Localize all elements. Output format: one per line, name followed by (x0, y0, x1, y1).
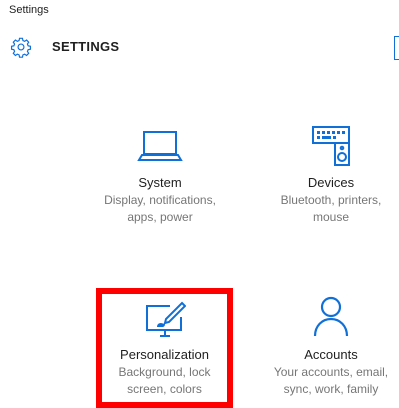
tile-accounts-desc-line1: Your accounts, email, (273, 365, 389, 379)
tile-personalization-name: Personalization (120, 347, 209, 362)
keyboard-speaker-icon (312, 126, 350, 166)
tile-devices[interactable]: Devices Bluetooth, printers, mouse (263, 120, 399, 234)
window-title: Settings (9, 4, 49, 16)
tile-personalization-desc-line1: Background, lock (118, 365, 211, 379)
tile-system-desc-line2: apps, power (127, 210, 193, 224)
tile-personalization[interactable]: Personalization Background, lock screen,… (96, 296, 233, 402)
tile-accounts-desc-line2: sync, work, family (283, 382, 379, 396)
tile-devices-name: Devices (307, 175, 355, 190)
tile-personalization-desc-line2: screen, colors (127, 382, 202, 396)
settings-header: SETTINGS (0, 30, 399, 62)
paint-monitor-icon (145, 301, 186, 337)
person-icon (313, 296, 349, 337)
tile-devices-desc-line1: Bluetooth, printers, (280, 193, 382, 207)
tile-system-desc-line1: Display, notifications, (104, 193, 216, 207)
laptop-icon (137, 131, 183, 161)
page-title: SETTINGS (52, 39, 120, 54)
search-box[interactable] (394, 36, 399, 60)
gear-icon (10, 37, 32, 58)
tile-accounts-name: Accounts (304, 347, 358, 362)
tile-system[interactable]: System Display, notifications, apps, pow… (92, 124, 228, 234)
tile-accounts[interactable]: Accounts Your accounts, email, sync, wor… (263, 292, 399, 402)
tile-devices-desc-line2: mouse (312, 210, 350, 224)
tile-system-name: System (138, 175, 182, 190)
title-bar: Settings (0, 0, 399, 26)
